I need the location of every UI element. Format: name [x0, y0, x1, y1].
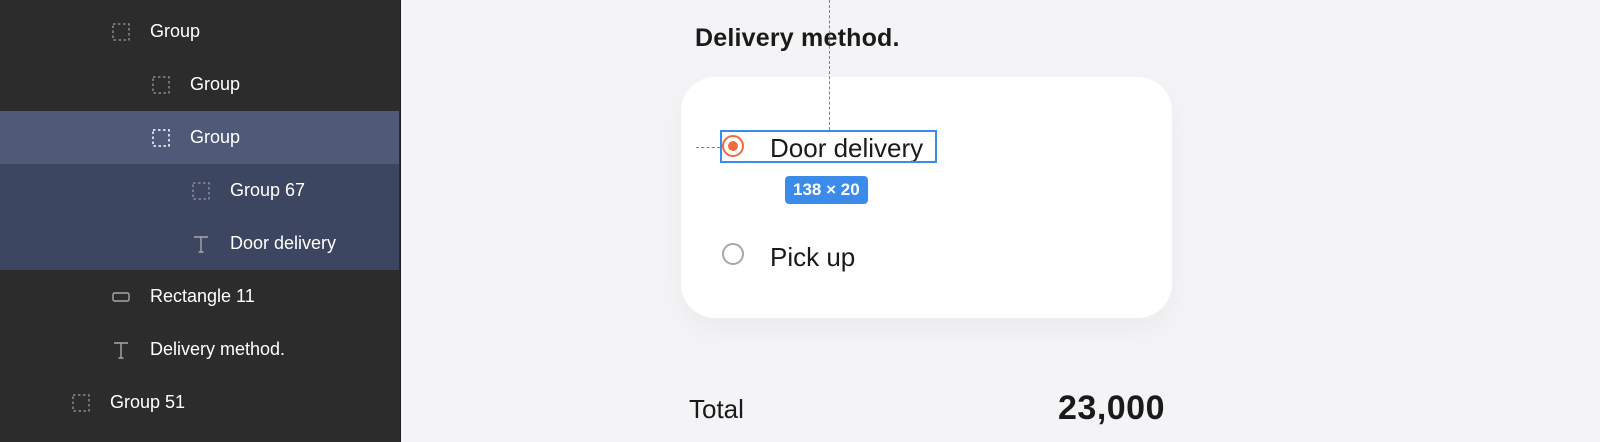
rectangle-icon [110, 286, 132, 308]
delivery-card[interactable] [681, 77, 1172, 318]
layer-label: Rectangle 11 [150, 286, 255, 306]
layer-label: Group [190, 74, 241, 94]
section-title[interactable]: Delivery method. [695, 24, 900, 53]
layer-label: Group [150, 21, 201, 41]
text-icon [110, 339, 132, 361]
layer-item-delivery-method[interactable]: Delivery method. [0, 323, 399, 376]
layer-label: Group 67 [230, 180, 306, 200]
layer-label: Group [190, 127, 241, 147]
text-icon [190, 233, 212, 255]
layers-panel: Group Group Group Group 67 Door delivery… [0, 0, 401, 442]
layer-item-group[interactable]: Group [0, 5, 399, 58]
layer-item-group-51[interactable]: Group 51 [0, 376, 399, 429]
group-icon [70, 392, 92, 414]
total-value: 23,000 [1058, 389, 1165, 427]
layer-item-rectangle-11[interactable]: Rectangle 11 [0, 270, 399, 323]
group-icon [110, 21, 132, 43]
layer-label: Group 51 [110, 392, 186, 412]
group-icon [150, 127, 172, 149]
pick-up-label[interactable]: Pick up [770, 242, 855, 273]
group-icon [150, 74, 172, 96]
door-delivery-radio[interactable] [722, 135, 744, 157]
design-canvas[interactable]: Delivery method. Door delivery Pick up 1… [401, 0, 1600, 442]
selection-size-badge: 138 × 20 [785, 176, 868, 204]
layer-item-group-67[interactable]: Group 67 [0, 164, 399, 217]
layer-item-group-selected[interactable]: Group [0, 111, 399, 164]
pick-up-radio[interactable] [722, 243, 744, 265]
door-delivery-label[interactable]: Door delivery [770, 133, 923, 164]
layer-item-door-delivery[interactable]: Door delivery [0, 217, 399, 270]
layer-label: Door delivery [230, 233, 337, 253]
layer-item-group[interactable]: Group [0, 58, 399, 111]
layer-label: Delivery method. [150, 339, 286, 359]
group-icon [190, 180, 212, 202]
total-label: Total [689, 394, 744, 424]
